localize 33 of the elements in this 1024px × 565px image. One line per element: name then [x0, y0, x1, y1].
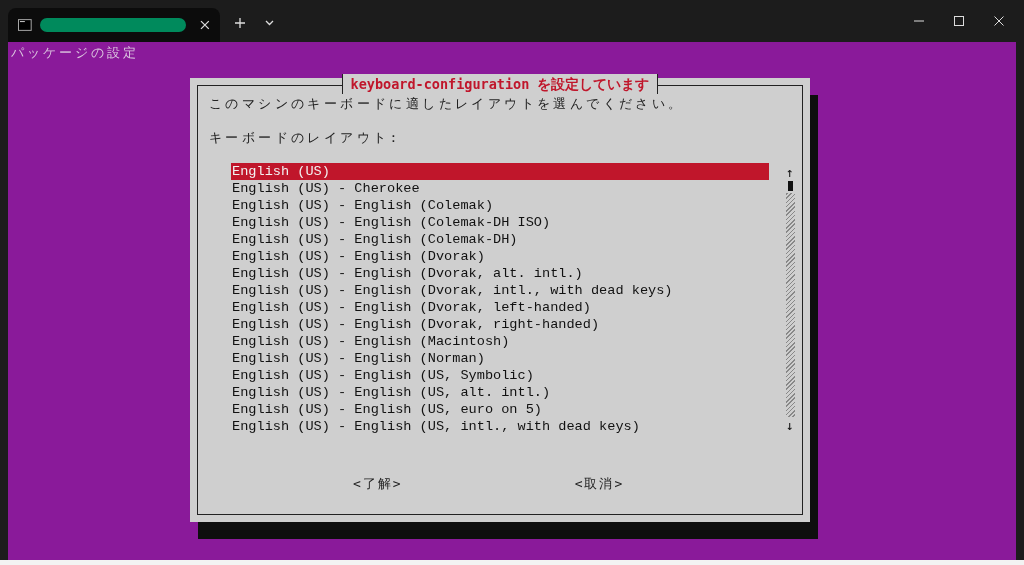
- scrollbar-thumb[interactable]: [787, 181, 793, 191]
- layout-label: キーボードのレイアウト:: [209, 129, 401, 147]
- ok-button[interactable]: <了解>: [353, 475, 403, 493]
- chevron-down-icon[interactable]: [265, 20, 274, 26]
- prompt-text: このマシンのキーボードに適したレイアウトを選んでください。: [209, 95, 685, 113]
- terminal-header: パッケージの設定: [11, 44, 139, 62]
- close-icon[interactable]: [994, 16, 1004, 26]
- scroll-down-arrow[interactable]: ↓: [786, 417, 794, 434]
- cancel-button[interactable]: <取消>: [574, 475, 625, 493]
- layout-option[interactable]: English (US) - English (Macintosh): [231, 333, 769, 350]
- layout-option[interactable]: English (US) - English (Dvorak): [231, 248, 769, 265]
- plus-icon[interactable]: [235, 18, 245, 28]
- dialog-title: keyboard-configuration を設定しています: [341, 74, 659, 94]
- layout-option[interactable]: English (US) - Cherokee: [231, 180, 769, 197]
- scroll-up-arrow[interactable]: ↑: [786, 164, 794, 181]
- layout-option[interactable]: English (US) - English (Norman): [231, 350, 769, 367]
- layout-option[interactable]: English (US) - English (Dvorak, alt. intl.): [231, 265, 769, 282]
- terminal-icon: [18, 19, 32, 31]
- layout-option[interactable]: English (US) - English (Colemak-DH): [231, 231, 769, 248]
- layout-option[interactable]: English (US) - English (US, Symbolic): [231, 367, 769, 384]
- layout-option[interactable]: English (US): [231, 163, 769, 180]
- terminal-tab[interactable]: [8, 8, 220, 42]
- scrollbar-track[interactable]: [785, 181, 795, 417]
- close-icon[interactable]: [200, 20, 210, 30]
- layout-option[interactable]: English (US) - English (US, intl., with dead keys): [231, 418, 769, 435]
- layout-option[interactable]: English (US) - English (Dvorak, intl., with dead keys): [231, 282, 769, 299]
- layout-option[interactable]: English (US) - English (Colemak-DH ISO): [231, 214, 769, 231]
- maximize-icon[interactable]: [954, 16, 964, 26]
- layout-option[interactable]: English (US) - English (US, alt. intl.): [231, 384, 769, 401]
- layout-option[interactable]: English (US) - English (Dvorak, right-handed): [231, 316, 769, 333]
- layout-option[interactable]: English (US) - English (Colemak): [231, 197, 769, 214]
- layout-option[interactable]: English (US) - English (Dvorak, left-handed): [231, 299, 769, 316]
- layout-option[interactable]: English (US) - English (US, euro on 5): [231, 401, 769, 418]
